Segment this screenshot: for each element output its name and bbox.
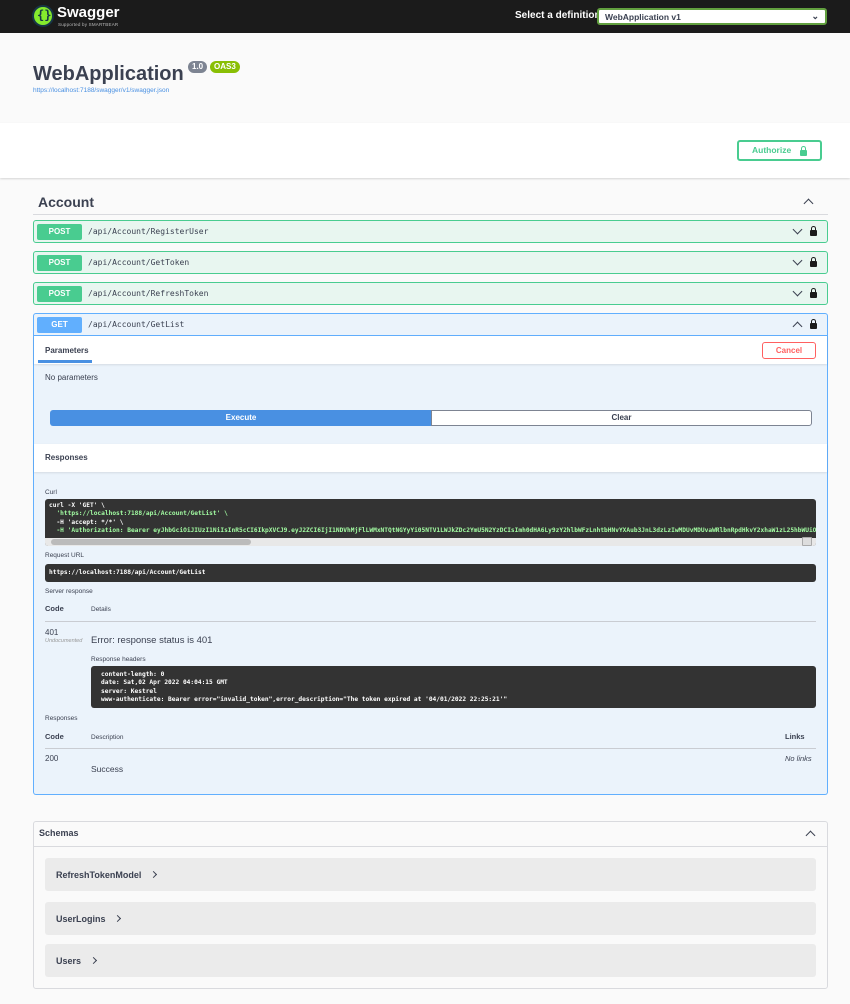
definition-select[interactable]: WebApplication v1 ⌄ xyxy=(597,8,827,25)
operation-body: Parameters Cancel No parameters Execute … xyxy=(33,336,828,795)
operation-path: /api/Account/GetList xyxy=(88,320,185,329)
operation-path: /api/Account/GetToken xyxy=(88,258,190,267)
parameters-header: Parameters Cancel xyxy=(34,336,827,364)
page-title: WebApplication xyxy=(33,63,184,85)
schemas-section: Schemas RefreshTokenModel UserLogins Use… xyxy=(33,821,828,989)
curl-line: -H 'accept: */*' \ xyxy=(49,518,124,526)
responses-header: Responses xyxy=(34,444,827,472)
chevron-right-icon xyxy=(113,914,122,923)
operation-register-user[interactable]: POST /api/Account/RegisterUser xyxy=(33,220,828,243)
header-line: www-authenticate: Bearer error="invalid_… xyxy=(101,696,508,704)
authorize-button[interactable]: Authorize xyxy=(737,140,822,161)
request-url-box[interactable]: https://localhost:7188/api/Account/GetLi… xyxy=(45,564,816,582)
chevron-up-icon[interactable] xyxy=(803,198,814,209)
model-users[interactable]: Users xyxy=(45,944,816,977)
curl-label: Curl xyxy=(45,489,57,496)
operation-refresh-token[interactable]: POST /api/Account/RefreshToken xyxy=(33,282,828,305)
doc-response-code: 200 xyxy=(45,754,59,763)
chevron-down-icon: ⌄ xyxy=(811,11,819,21)
code-column-header: Code xyxy=(45,604,64,613)
authorize-label: Authorize xyxy=(752,145,792,155)
server-response-label: Server response xyxy=(45,588,93,595)
curl-line: -H 'Authorization: Bearer eyJhbGciOiJIUz… xyxy=(49,527,816,535)
chevron-right-icon xyxy=(149,870,158,879)
operation-get-token[interactable]: POST /api/Account/GetToken xyxy=(33,251,828,274)
tag-title: Account xyxy=(38,194,94,210)
logo-subtitle: Supported by SMARTBEAR xyxy=(58,22,119,27)
model-name: RefreshTokenModel xyxy=(56,870,142,880)
details-column-header: Details xyxy=(91,606,111,613)
divider xyxy=(45,748,816,749)
lock-icon[interactable] xyxy=(810,288,817,298)
oas-badge: OAS3 xyxy=(210,61,240,73)
definition-label: Select a definition xyxy=(515,10,601,21)
lock-icon[interactable] xyxy=(810,257,817,267)
top-bar: {} Swagger Supported by SMARTBEAR Select… xyxy=(0,0,850,33)
swagger-json-link[interactable]: https://localhost:7188/swagger/v1/swagge… xyxy=(33,87,169,94)
method-badge: GET xyxy=(37,317,82,333)
chevron-down-icon[interactable] xyxy=(792,224,803,235)
schemes-bar: Authorize xyxy=(0,123,850,178)
doc-response-description: Success xyxy=(91,764,124,774)
chevron-up-icon[interactable] xyxy=(792,321,803,332)
schemas-title[interactable]: Schemas xyxy=(39,828,79,838)
lock-icon[interactable] xyxy=(810,319,817,329)
divider xyxy=(34,846,827,847)
links-column-header: Links xyxy=(785,732,805,741)
logo-text[interactable]: Swagger xyxy=(57,4,120,21)
responses-label: Responses xyxy=(45,715,78,722)
code-column-header: Code xyxy=(45,732,64,741)
lock-icon xyxy=(800,146,807,156)
header-line: server: Kestrel xyxy=(101,687,157,695)
method-badge: POST xyxy=(37,286,82,302)
operation-get-list[interactable]: GET /api/Account/GetList xyxy=(33,313,828,336)
api-info: WebApplication 1.0 OAS3 https://localhos… xyxy=(0,33,850,123)
cancel-button[interactable]: Cancel xyxy=(762,342,816,359)
version-badge: 1.0 xyxy=(188,61,208,73)
responses-title: Responses xyxy=(45,453,88,462)
header-line: content-length: 0 xyxy=(101,671,165,678)
definition-select-value: WebApplication v1 xyxy=(605,12,681,22)
model-name: UserLogins xyxy=(56,914,106,924)
horizontal-scrollbar[interactable] xyxy=(45,538,816,546)
model-user-logins[interactable]: UserLogins xyxy=(45,902,816,935)
clear-button[interactable]: Clear xyxy=(431,410,812,426)
execute-button[interactable]: Execute xyxy=(50,410,432,426)
chevron-down-icon[interactable] xyxy=(792,255,803,266)
curl-code-block[interactable]: curl -X 'GET' \ 'https://localhost:7188/… xyxy=(45,499,816,546)
lock-icon[interactable] xyxy=(810,226,817,236)
divider xyxy=(45,621,816,622)
curl-line: 'https://localhost:7188/api/Account/GetL… xyxy=(49,510,228,518)
scrollbar-thumb[interactable] xyxy=(51,539,251,545)
no-parameters-text: No parameters xyxy=(45,373,98,382)
method-badge: POST xyxy=(37,224,82,240)
response-headers-box[interactable]: content-length: 0 date: Sat,02 Apr 2022 0… xyxy=(91,666,816,708)
copy-icon[interactable] xyxy=(802,537,812,546)
chevron-right-icon xyxy=(89,956,98,965)
error-message: Error: response status is 401 xyxy=(91,635,213,646)
response-headers-label: Response headers xyxy=(91,656,146,663)
response-code: 401 xyxy=(45,628,59,637)
method-badge: POST xyxy=(37,255,82,271)
chevron-up-icon[interactable] xyxy=(805,830,816,841)
model-name: Users xyxy=(56,956,82,966)
operation-path: /api/Account/RefreshToken xyxy=(88,289,209,298)
tab-parameters[interactable]: Parameters xyxy=(45,346,89,355)
tag-account[interactable]: Account xyxy=(33,191,828,215)
swagger-logo-icon[interactable]: {} xyxy=(32,5,54,27)
request-url-label: Request URL xyxy=(45,552,85,559)
tab-underline xyxy=(38,360,92,363)
operation-path: /api/Account/RegisterUser xyxy=(88,227,209,236)
no-links-text: No links xyxy=(785,754,812,763)
chevron-down-icon[interactable] xyxy=(792,286,803,297)
description-column-header: Description xyxy=(91,734,124,741)
undocumented-label: Undocumented xyxy=(45,638,83,644)
model-refresh-token-model[interactable]: RefreshTokenModel xyxy=(45,858,816,891)
header-line: date: Sat,02 Apr 2022 04:04:15 GMT xyxy=(101,679,228,687)
